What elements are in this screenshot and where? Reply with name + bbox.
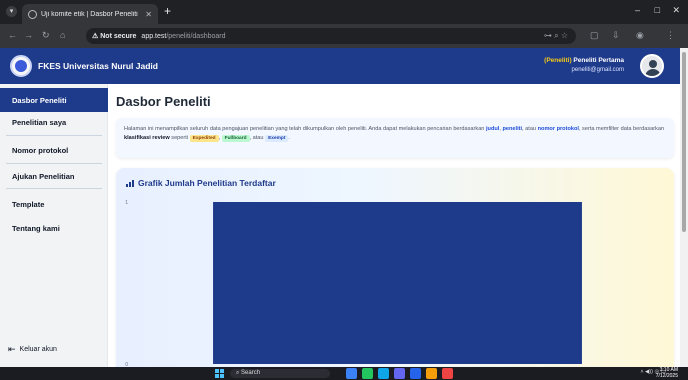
menu-icon[interactable]: ⋮ xyxy=(666,30,675,41)
maximize-icon[interactable]: □ xyxy=(655,5,660,15)
tab-title: Uji komite etik | Dasbor Peneliti xyxy=(41,10,138,18)
taskbar-app-icon[interactable] xyxy=(346,368,357,379)
brand-title: FKES Universitas Nurul Jadid xyxy=(38,61,158,71)
sidebar-item-template[interactable]: Template xyxy=(0,192,108,216)
taskbar-app-icon[interactable] xyxy=(394,368,405,379)
badge-exempt: Exempt xyxy=(265,135,289,142)
browser-toolbar: ← → ↻ ⌂ ⚠ Not secure app.test/peneliti/d… xyxy=(0,24,688,48)
close-tab-icon[interactable]: ✕ xyxy=(145,10,152,19)
badge-expedited: Expedited xyxy=(189,135,219,142)
logout-icon: ⇤ xyxy=(8,344,16,354)
chart-bar[interactable] xyxy=(213,202,582,364)
sidebar-item-ajukan-penelitian[interactable]: Ajukan Penelitian xyxy=(0,164,108,188)
main-content: Dasbor Peneliti Halaman ini menampilkan … xyxy=(108,84,680,367)
not-secure-indicator[interactable]: ⚠ Not secure xyxy=(92,32,136,40)
reload-icon[interactable]: ↻ xyxy=(42,30,50,41)
taskbar-app-icon[interactable] xyxy=(410,368,421,379)
os-taskbar: ⌕ Search ˄ ◀)) ◎ ▭ 3:10 AM 7/12/2025 xyxy=(0,367,688,380)
taskbar-app-icon[interactable] xyxy=(442,368,453,379)
taskbar-app-icon[interactable] xyxy=(426,368,437,379)
y-tick-label: 1 xyxy=(125,200,128,206)
bookmark-star-icon[interactable]: ⊶ ⌕ ☆ xyxy=(544,31,568,41)
logout-label: Keluar akun xyxy=(19,346,57,353)
sidebar: Dasbor Peneliti Penelitian saya Nomor pr… xyxy=(0,84,108,367)
taskbar-app-icon[interactable] xyxy=(362,368,373,379)
browser-tab-bar: ▾ Uji komite etik | Dasbor Peneliti ✕ + … xyxy=(0,0,688,24)
tab-list-icon[interactable]: ▾ xyxy=(6,6,17,17)
windows-start-icon[interactable] xyxy=(215,369,224,378)
browser-tab[interactable]: Uji komite etik | Dasbor Peneliti ✕ xyxy=(22,4,158,24)
sidebar-divider xyxy=(6,188,102,189)
forward-icon[interactable]: → xyxy=(24,30,33,40)
new-tab-button[interactable]: + xyxy=(164,4,171,18)
close-window-icon[interactable]: ✕ xyxy=(672,5,680,16)
bar-chart: 01 xyxy=(125,200,582,367)
app-header: FKES Universitas Nurul Jadid (Peneliti) … xyxy=(0,48,680,84)
chart-card: Grafik Jumlah Penelitian Terdaftar 01 xyxy=(116,168,674,367)
page-title: Dasbor Peneliti xyxy=(116,94,211,109)
university-logo xyxy=(10,55,32,77)
sidebar-item-tentang-kami[interactable]: Tentang kami xyxy=(0,216,108,240)
url-text: app.test/peneliti/dashboard xyxy=(141,32,226,40)
keyword-nomor-protokol: nomor protokol xyxy=(537,126,579,132)
downloads-icon[interactable]: ⇩ xyxy=(612,30,620,41)
user-email: peneliti@gmail.com xyxy=(571,67,624,73)
info-panel: Halaman ini menampilkan seluruh data pen… xyxy=(116,118,674,158)
sidebar-item-penelitian-saya[interactable]: Penelitian saya xyxy=(0,110,108,134)
sidebar-divider xyxy=(6,135,102,136)
extensions-icon[interactable]: ▢ xyxy=(590,30,599,41)
taskbar-clock[interactable]: 3:10 AM 7/12/2025 xyxy=(656,367,678,379)
keyword-judul: judul xyxy=(485,126,500,132)
taskbar-search[interactable]: ⌕ Search xyxy=(230,369,330,378)
keyword-peneliti: peneliti xyxy=(502,126,523,132)
sidebar-item-nomor-protokol[interactable]: Nomor protokol xyxy=(0,138,108,162)
profile-icon[interactable]: ◉ xyxy=(636,30,644,41)
badge-fullboard: Fullboard xyxy=(221,135,250,142)
avatar[interactable] xyxy=(640,54,664,78)
taskbar-app-icon[interactable] xyxy=(378,368,389,379)
favicon-icon xyxy=(28,9,37,19)
address-bar[interactable]: ⚠ Not secure app.test/peneliti/dashboard… xyxy=(86,28,576,44)
home-icon[interactable]: ⌂ xyxy=(60,30,65,40)
back-icon[interactable]: ← xyxy=(8,30,17,40)
page-scrollbar[interactable] xyxy=(680,48,688,367)
sidebar-item-dasbor-peneliti[interactable]: Dasbor Peneliti xyxy=(0,88,108,112)
logout-button[interactable]: ⇤ Keluar akun xyxy=(8,344,57,355)
user-name: (Peneliti) Peneliti Pertama xyxy=(544,57,624,64)
minimize-icon[interactable]: – xyxy=(635,5,640,15)
